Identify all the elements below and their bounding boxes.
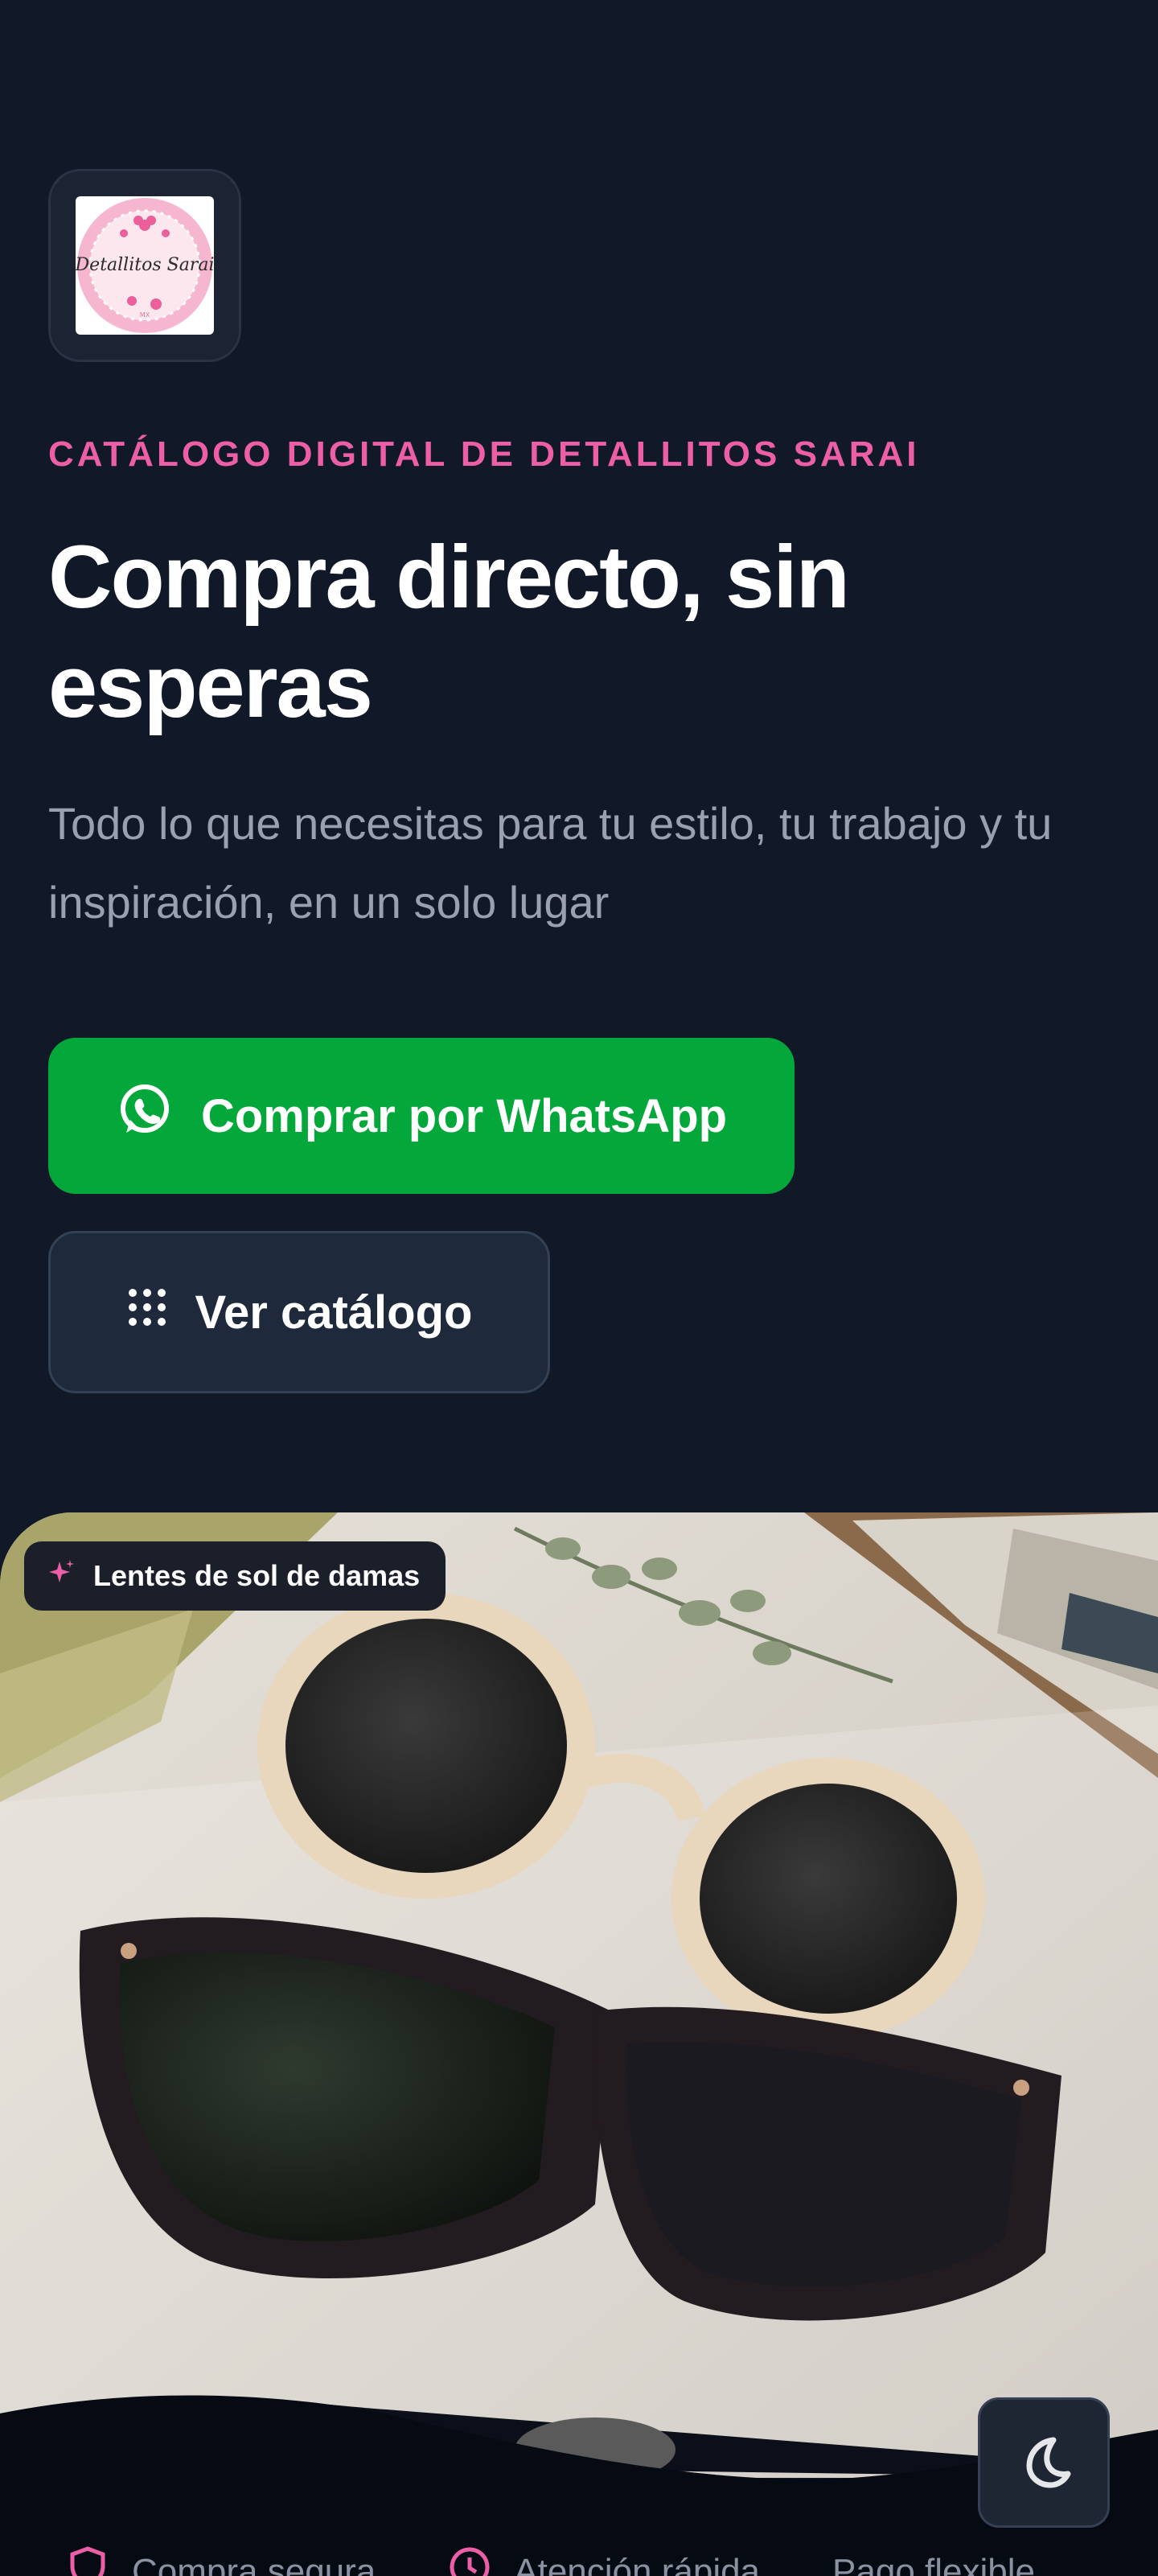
moon-icon bbox=[1012, 2429, 1076, 2497]
whatsapp-buy-button[interactable]: Comprar por WhatsApp bbox=[48, 1038, 795, 1194]
svg-text:MX: MX bbox=[140, 311, 150, 319]
whatsapp-button-label: Comprar por WhatsApp bbox=[200, 1089, 728, 1142]
feature-secure-purchase: Compra segura bbox=[66, 2545, 376, 2576]
trust-features: Compra segura Atención rápida Pago flexi… bbox=[66, 2545, 1035, 2576]
sparkle-icon bbox=[47, 1558, 76, 1595]
catalog-button-label: Ver catálogo bbox=[195, 1286, 473, 1339]
logo-badge-icon: Detallitos Sarai MX bbox=[76, 198, 214, 333]
view-catalog-button[interactable]: Ver catálogo bbox=[48, 1231, 550, 1393]
page-headline: Compra directo, sin esperas bbox=[48, 528, 850, 736]
catalog-eyebrow: CATÁLOGO DIGITAL DE DETALLITOS SARAI bbox=[48, 434, 920, 474]
feature-label: Pago flexible bbox=[832, 2551, 1035, 2576]
featured-product-photo[interactable] bbox=[0, 1512, 1158, 2478]
shield-icon bbox=[66, 2545, 109, 2576]
feature-flexible-payment: Pago flexible bbox=[832, 2545, 1035, 2576]
featured-product-label: Lentes de sol de damas bbox=[93, 1559, 421, 1592]
feature-fast-support: Atención rápida bbox=[448, 2545, 760, 2576]
brand-logo-image: Detallitos Sarai MX bbox=[76, 196, 214, 335]
page: Detallitos Sarai MX CATÁLOGO DIGITAL DE … bbox=[0, 0, 1158, 2576]
clock-icon bbox=[448, 2545, 491, 2576]
hero-description: Todo lo que necesitas para tu estilo, tu… bbox=[48, 798, 1053, 928]
grid-icon bbox=[126, 1286, 168, 1339]
feature-label: Compra segura bbox=[132, 2551, 376, 2576]
theme-toggle-button[interactable] bbox=[978, 2397, 1110, 2528]
feature-label: Atención rápida bbox=[514, 2551, 761, 2576]
brand-logo: Detallitos Sarai MX bbox=[48, 169, 241, 362]
svg-text:Detallitos Sarai: Detallitos Sarai bbox=[76, 255, 214, 275]
featured-product-tag: Lentes de sol de damas bbox=[24, 1541, 446, 1611]
sunglasses-image bbox=[0, 1512, 1158, 2478]
whatsapp-icon bbox=[116, 1081, 174, 1150]
